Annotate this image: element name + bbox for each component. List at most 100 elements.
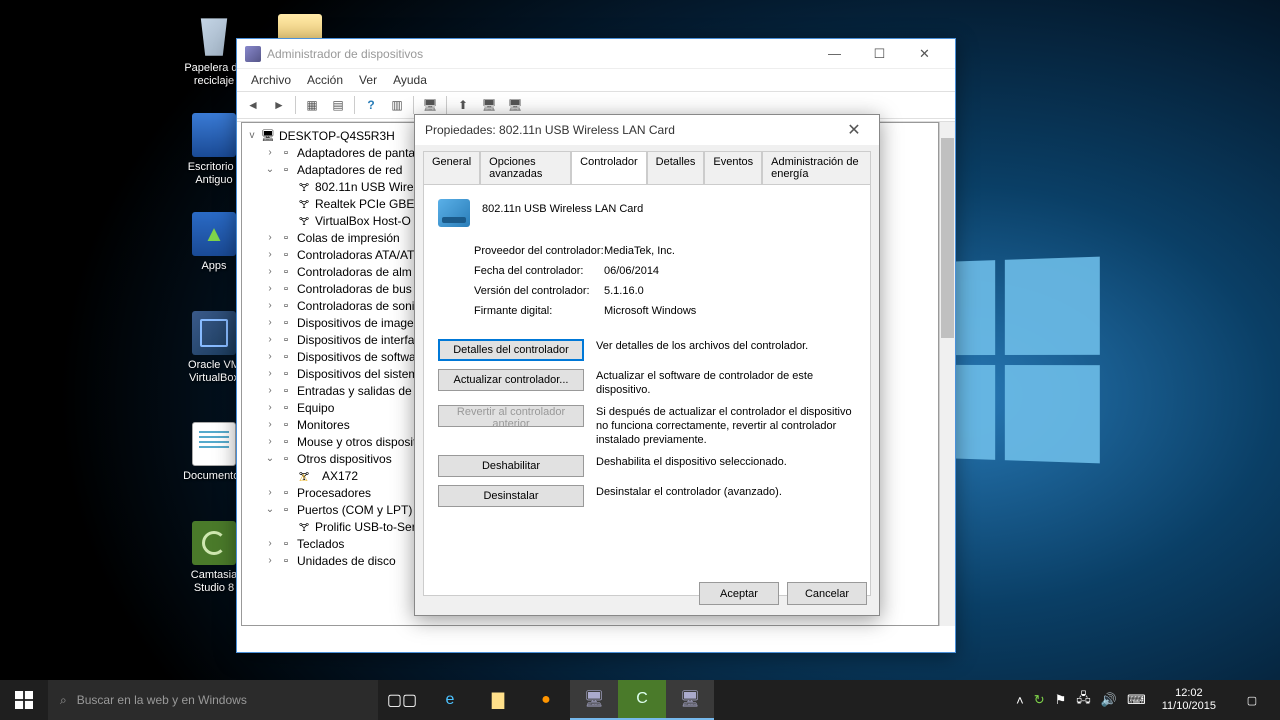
scroll-thumb[interactable] xyxy=(941,138,954,338)
expand-icon[interactable]: ⌄ xyxy=(262,164,278,175)
expand-icon[interactable]: › xyxy=(262,283,278,294)
menu-view[interactable]: Ver xyxy=(351,71,385,89)
expand-icon[interactable]: › xyxy=(262,351,278,362)
maximize-button[interactable]: ☐ xyxy=(857,40,902,68)
tree-item-label: Prolific USB-to-Ser xyxy=(315,520,416,534)
ok-button[interactable]: Aceptar xyxy=(699,582,779,605)
device-category-icon: ▫ xyxy=(278,248,294,262)
file-explorer-icon[interactable]: ▇ xyxy=(474,680,522,720)
expand-icon[interactable]: › xyxy=(262,300,278,311)
signer-label: Firmante digital: xyxy=(474,305,604,317)
tray-keyboard-icon[interactable]: ⌨ xyxy=(1127,692,1146,708)
driver-details-button[interactable]: Detalles del controlador xyxy=(438,339,584,361)
task-view-button[interactable]: ▢▢ xyxy=(378,680,426,720)
properties-button[interactable]: ▤ xyxy=(326,94,350,116)
tree-item-label: Entradas y salidas de a xyxy=(297,384,422,398)
toolbar-button[interactable]: ▥ xyxy=(385,94,409,116)
expand-icon[interactable]: › xyxy=(262,266,278,277)
titlebar[interactable]: Administrador de dispositivos — ☐ ✕ xyxy=(237,39,955,69)
expand-icon[interactable]: › xyxy=(262,538,278,549)
expand-icon[interactable]: › xyxy=(262,249,278,260)
tray-network-icon[interactable]: 🖧 xyxy=(1076,689,1091,711)
device-category-icon: ▫ xyxy=(278,554,294,568)
disable-button[interactable]: 🖥 xyxy=(503,94,527,116)
cancel-button[interactable]: Cancelar xyxy=(787,582,867,605)
device-category-icon: ▫ xyxy=(278,384,294,398)
menubar: Archivo Acción Ver Ayuda xyxy=(237,69,955,91)
show-hide-tree-button[interactable]: ▦ xyxy=(300,94,324,116)
back-button[interactable]: ◄ xyxy=(241,94,265,116)
tree-item-label: Controladoras de soni xyxy=(297,299,414,313)
tree-item-label: Teclados xyxy=(297,537,344,551)
expand-icon[interactable]: ⌄ xyxy=(262,453,278,464)
tree-item-label: Adaptadores de pantalla xyxy=(297,146,427,160)
tab-general[interactable]: General xyxy=(423,151,480,184)
dialog-titlebar[interactable]: Propiedades: 802.11n USB Wireless LAN Ca… xyxy=(415,115,879,145)
scan-hardware-button[interactable]: 🖥 xyxy=(418,94,442,116)
windows-icon xyxy=(15,691,33,709)
expand-icon[interactable]: › xyxy=(262,555,278,566)
help-button[interactable]: ? xyxy=(359,94,383,116)
tray-chevron-up-icon[interactable]: ˄ xyxy=(1016,693,1024,708)
tab-controlador[interactable]: Controlador xyxy=(571,151,646,184)
expand-icon[interactable]: › xyxy=(262,317,278,328)
update-driver-button[interactable]: ⬆ xyxy=(451,94,475,116)
date-value: 06/06/2014 xyxy=(604,265,659,277)
tab-administración-de-energía[interactable]: Administración de energía xyxy=(762,151,871,184)
search-box[interactable]: ⌕ Buscar en la web y en Windows xyxy=(48,680,378,720)
tree-item-label: Procesadores xyxy=(297,486,371,500)
device-category-icon: ▫ xyxy=(278,146,294,160)
expand-icon[interactable]: › xyxy=(262,147,278,158)
device-category-icon: ▫ xyxy=(278,367,294,381)
device-category-icon: ▫ xyxy=(278,333,294,347)
firefox-icon[interactable]: ● xyxy=(522,680,570,720)
app-taskbar-icon[interactable]: 🖥 xyxy=(666,680,714,720)
taskbar: ⌕ Buscar en la web y en Windows ▢▢ e ▇ ●… xyxy=(0,680,1280,720)
action-center-icon[interactable]: ▢ xyxy=(1232,694,1272,707)
expand-icon[interactable]: › xyxy=(262,419,278,430)
edge-icon[interactable]: e xyxy=(426,680,474,720)
menu-action[interactable]: Acción xyxy=(299,71,351,89)
tray-shield-icon[interactable]: ⚑ xyxy=(1055,692,1067,708)
tab-strip: GeneralOpciones avanzadasControladorDeta… xyxy=(423,151,871,184)
update-driver-button[interactable]: Actualizar controlador... xyxy=(438,369,584,391)
camtasia-taskbar-icon[interactable]: C xyxy=(618,680,666,720)
tab-eventos[interactable]: Eventos xyxy=(704,151,762,184)
toolbar-separator xyxy=(295,96,296,114)
expand-icon[interactable]: ⌄ xyxy=(262,504,278,515)
vertical-scrollbar[interactable] xyxy=(939,122,955,626)
expand-icon[interactable]: › xyxy=(262,436,278,447)
uninstall-driver-button[interactable]: Desinstalar xyxy=(438,485,584,507)
uninstall-button[interactable]: 🖥 xyxy=(477,94,501,116)
expand-icon[interactable]: › xyxy=(262,487,278,498)
device-category-icon: ▫ xyxy=(278,418,294,432)
expand-icon[interactable]: › xyxy=(262,368,278,379)
date-label: Fecha del controlador: xyxy=(474,265,604,277)
menu-file[interactable]: Archivo xyxy=(243,71,299,89)
tray-sync-icon[interactable]: ↻ xyxy=(1034,692,1045,708)
device-category-icon: ▫ xyxy=(278,299,294,313)
signer-value: Microsoft Windows xyxy=(604,305,696,317)
tab-detalles[interactable]: Detalles xyxy=(647,151,705,184)
close-button[interactable]: ✕ xyxy=(902,40,947,68)
network-adapter-icon xyxy=(438,199,470,227)
tree-item-label: Colas de impresión xyxy=(297,231,400,245)
disable-device-desc: Deshabilita el dispositivo seleccionado. xyxy=(596,455,856,469)
expand-icon[interactable]: › xyxy=(262,232,278,243)
start-button[interactable] xyxy=(0,680,48,720)
expand-icon[interactable]: › xyxy=(262,334,278,345)
folder-icon xyxy=(192,113,236,157)
menu-help[interactable]: Ayuda xyxy=(385,71,435,89)
expand-icon[interactable]: › xyxy=(262,385,278,396)
expand-icon[interactable]: v xyxy=(244,130,260,141)
close-button[interactable]: ✕ xyxy=(839,120,869,140)
device-manager-taskbar-icon[interactable]: 🖥 xyxy=(570,680,618,720)
tab-opciones-avanzadas[interactable]: Opciones avanzadas xyxy=(480,151,571,184)
forward-button[interactable]: ► xyxy=(267,94,291,116)
expand-icon[interactable]: › xyxy=(262,402,278,413)
disable-device-button[interactable]: Deshabilitar xyxy=(438,455,584,477)
task-icons: ▢▢ e ▇ ● 🖥 C 🖥 xyxy=(378,680,714,720)
taskbar-clock[interactable]: 12:02 11/10/2015 xyxy=(1156,687,1222,713)
minimize-button[interactable]: — xyxy=(812,40,857,68)
tray-volume-icon[interactable]: 🔊 xyxy=(1101,692,1117,708)
